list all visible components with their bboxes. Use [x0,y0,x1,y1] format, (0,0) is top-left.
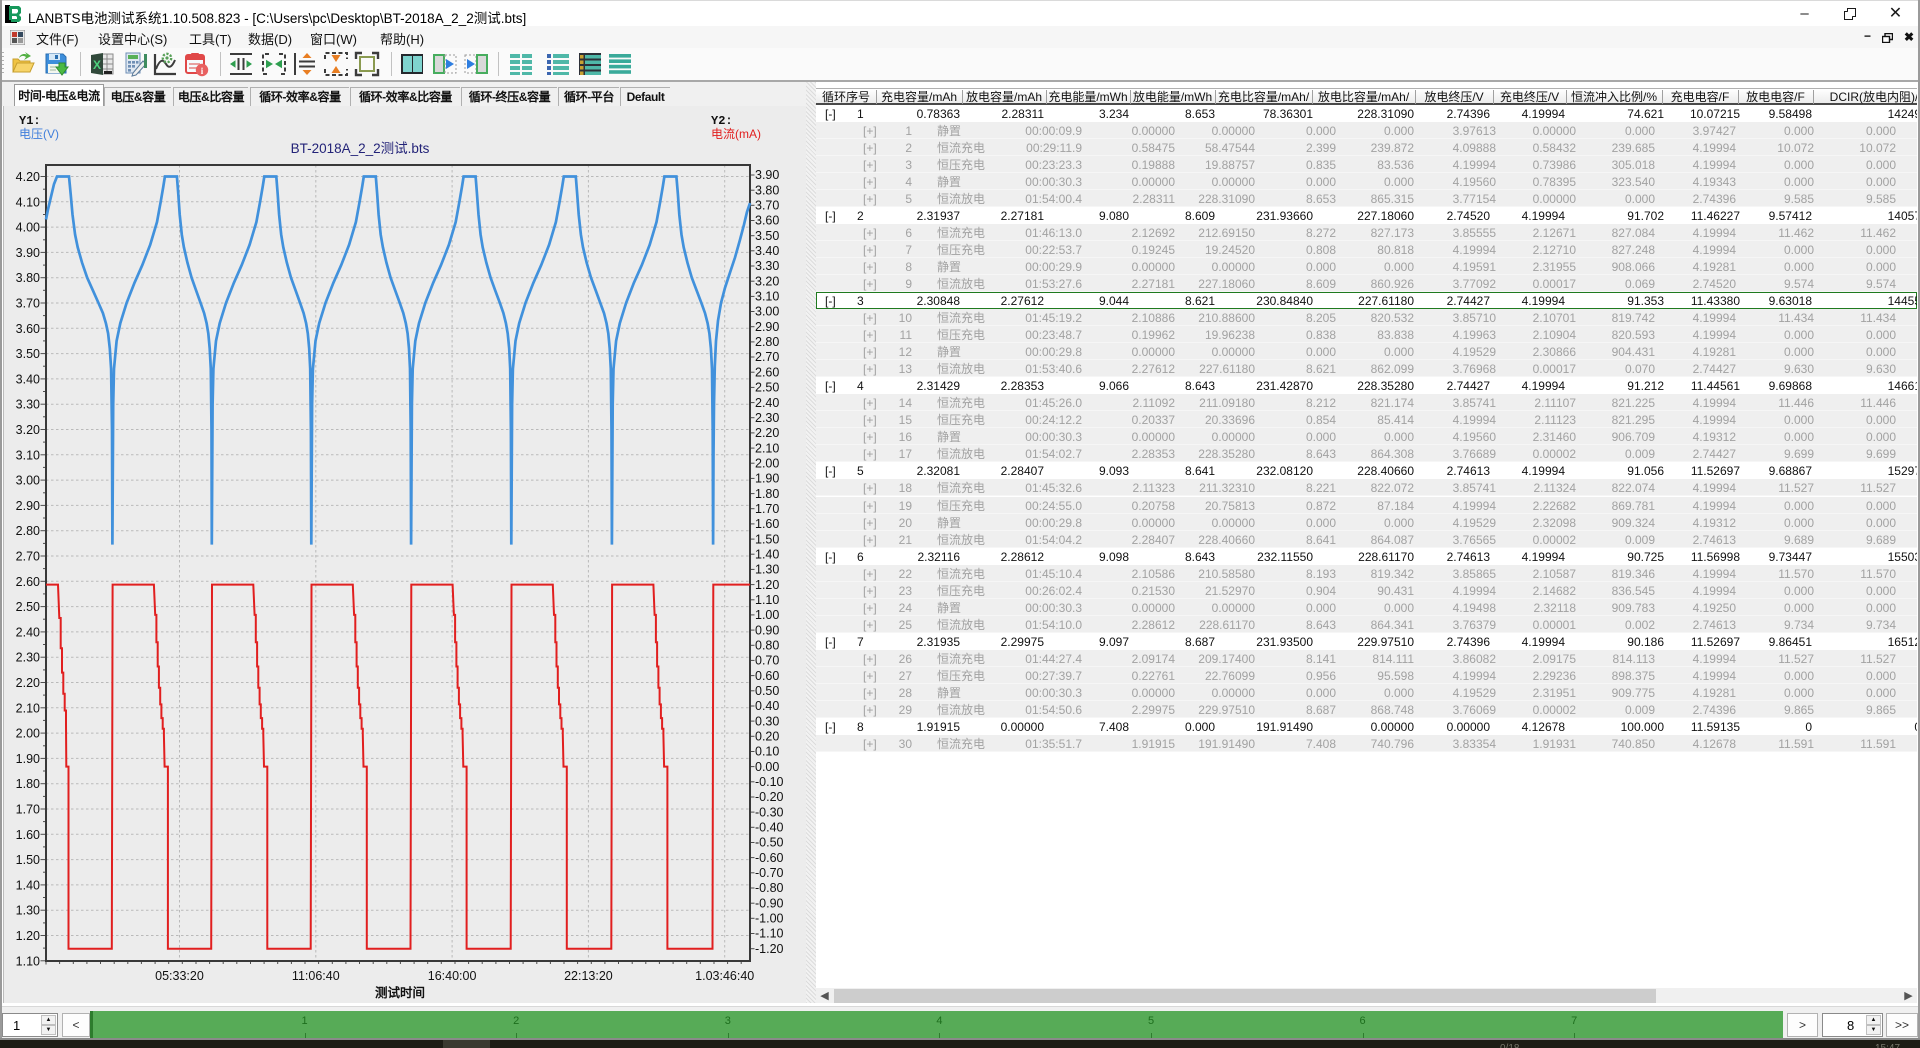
svg-text:2.00: 2.00 [755,456,779,470]
svg-text:2.70: 2.70 [755,350,779,364]
svg-text:-0.20: -0.20 [755,790,784,804]
svg-text:1.90: 1.90 [16,752,40,766]
svg-text:3.60: 3.60 [16,322,40,336]
svg-text:1.70: 1.70 [755,502,779,516]
svg-text:3.10: 3.10 [755,290,779,304]
svg-text:1.00: 1.00 [755,608,779,622]
svg-text:3.80: 3.80 [16,271,40,285]
svg-text:4.20: 4.20 [16,170,40,184]
svg-text:1.40: 1.40 [16,878,40,892]
svg-text:05:33:20: 05:33:20 [155,969,204,983]
svg-text:4.10: 4.10 [16,195,40,209]
svg-text:3.30: 3.30 [16,398,40,412]
svg-text:2.30: 2.30 [16,651,40,665]
svg-text:3.30: 3.30 [755,259,779,273]
svg-text:3.20: 3.20 [755,274,779,288]
svg-text:0.70: 0.70 [755,654,779,668]
svg-text:3.00: 3.00 [755,305,779,319]
svg-text:-0.80: -0.80 [755,881,784,895]
svg-text:Y2:: Y2: [711,114,733,128]
svg-text:2.60: 2.60 [755,365,779,379]
svg-text:1.10: 1.10 [755,593,779,607]
svg-text:2.90: 2.90 [755,320,779,334]
svg-text:1.30: 1.30 [755,563,779,577]
svg-text:1.20: 1.20 [755,578,779,592]
svg-text:1.03:46:40: 1.03:46:40 [695,969,754,983]
svg-text:1.90: 1.90 [755,472,779,486]
svg-text:X: X [93,58,101,72]
svg-text:2.20: 2.20 [16,676,40,690]
svg-text:3.90: 3.90 [755,168,779,182]
svg-text:2.20: 2.20 [755,426,779,440]
svg-text:3.10: 3.10 [16,448,40,462]
svg-text:2.40: 2.40 [755,396,779,410]
svg-text:1.40: 1.40 [755,548,779,562]
svg-text:1.30: 1.30 [16,904,40,918]
svg-text:2.30: 2.30 [755,411,779,425]
svg-text:2.50: 2.50 [16,600,40,614]
svg-text:测试时间: 测试时间 [375,985,425,1000]
svg-text:11:06:40: 11:06:40 [292,969,340,983]
svg-text:-0.90: -0.90 [755,896,784,910]
svg-text:3.70: 3.70 [755,199,779,213]
svg-text:1.80: 1.80 [16,777,40,791]
svg-text:1.50: 1.50 [16,853,40,867]
svg-text:1.60: 1.60 [755,517,779,531]
svg-text:-0.10: -0.10 [755,775,784,789]
svg-text:2.40: 2.40 [16,625,40,639]
svg-text:电流(mA): 电流(mA) [711,127,761,141]
svg-text:3.60: 3.60 [755,214,779,228]
svg-text:2.80: 2.80 [755,335,779,349]
svg-text:2.80: 2.80 [16,524,40,538]
svg-text:1.10: 1.10 [16,954,40,968]
svg-text:3.50: 3.50 [755,229,779,243]
svg-text:2.10: 2.10 [755,441,779,455]
svg-text:-0.60: -0.60 [755,851,784,865]
svg-text:3.40: 3.40 [755,244,779,258]
svg-text:0.90: 0.90 [755,623,779,637]
svg-text:4.00: 4.00 [16,221,40,235]
svg-text:1.20: 1.20 [16,929,40,943]
svg-text:-0.50: -0.50 [755,836,784,850]
svg-text:3.90: 3.90 [16,246,40,260]
svg-text:Y1:: Y1: [19,114,41,128]
svg-text:2.90: 2.90 [16,499,40,513]
svg-text:3.40: 3.40 [16,372,40,386]
svg-text:0.30: 0.30 [755,714,779,728]
svg-text:3.70: 3.70 [16,297,40,311]
svg-text:2.10: 2.10 [16,701,40,715]
svg-text:3.50: 3.50 [16,347,40,361]
svg-text:0.40: 0.40 [755,699,779,713]
svg-text:0.60: 0.60 [755,669,779,683]
svg-text:2.60: 2.60 [16,575,40,589]
svg-text:3.80: 3.80 [755,183,779,197]
svg-text:2.70: 2.70 [16,550,40,564]
svg-text:0.10: 0.10 [755,745,779,759]
svg-text:1.70: 1.70 [16,803,40,817]
svg-text:22:13:20: 22:13:20 [564,969,613,983]
svg-text:-0.30: -0.30 [755,805,784,819]
svg-text:0.80: 0.80 [755,639,779,653]
svg-text:BT-2018A_2_2测试.bts: BT-2018A_2_2测试.bts [291,141,430,156]
svg-text:1.80: 1.80 [755,487,779,501]
svg-text:电压(V): 电压(V) [19,127,59,141]
svg-text:0.00: 0.00 [755,760,779,774]
svg-text:-0.70: -0.70 [755,866,784,880]
svg-text:16:40:00: 16:40:00 [428,969,477,983]
svg-text:-1.10: -1.10 [755,927,784,941]
svg-text:-1.00: -1.00 [755,912,784,926]
svg-text:2.50: 2.50 [755,381,779,395]
svg-text:-1.20: -1.20 [755,942,784,956]
svg-text:2.00: 2.00 [16,727,40,741]
svg-text:1.60: 1.60 [16,828,40,842]
svg-text:0.20: 0.20 [755,730,779,744]
svg-text:0.50: 0.50 [755,684,779,698]
svg-text:-0.40: -0.40 [755,821,784,835]
svg-text:3.00: 3.00 [16,474,40,488]
svg-text:3.20: 3.20 [16,423,40,437]
svg-text:1.50: 1.50 [755,532,779,546]
